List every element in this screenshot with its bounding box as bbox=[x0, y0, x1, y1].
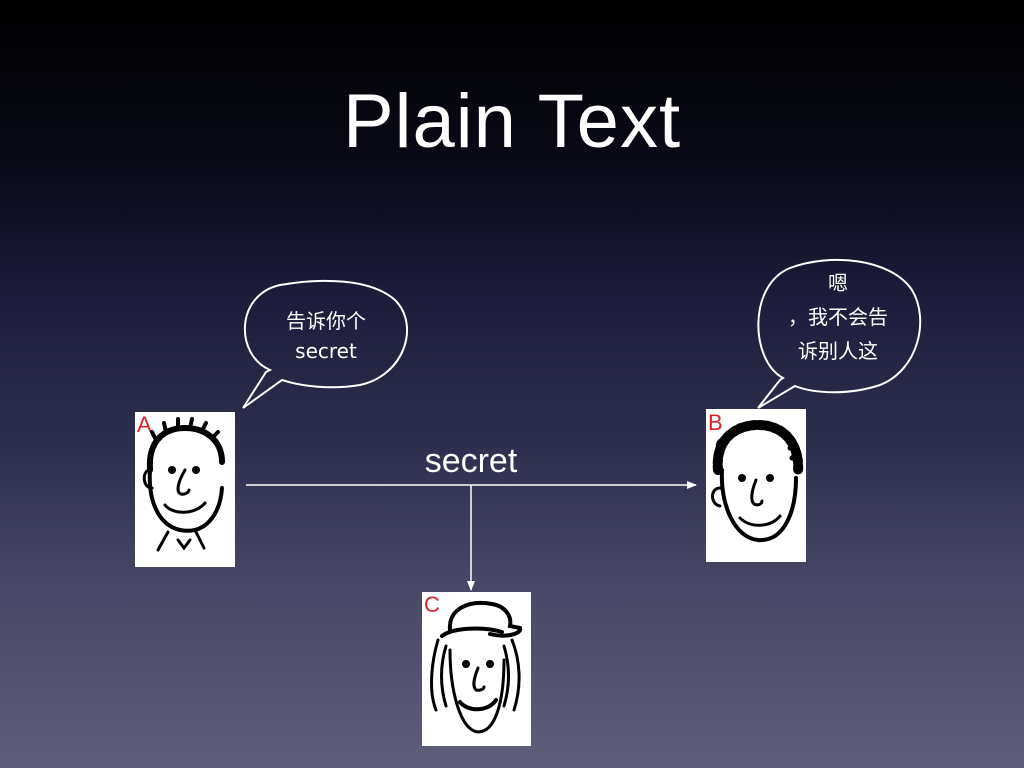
message-flow-diagram: 告诉你个 secret 嗯 ，我不会告 诉别人这 A B C secret bbox=[135, 258, 922, 746]
person-b-tag: B bbox=[708, 410, 723, 435]
message-label: secret bbox=[425, 442, 518, 480]
person-b: B bbox=[706, 409, 806, 562]
bubble-b-line-3: 诉别人这 bbox=[798, 339, 878, 363]
speech-bubble-a: 告诉你个 secret bbox=[242, 279, 409, 409]
speech-bubble-b: 嗯 ，我不会告 诉别人这 bbox=[757, 258, 922, 409]
person-a-tag: A bbox=[137, 412, 152, 437]
bubble-b-line-1: 嗯 bbox=[828, 271, 848, 295]
person-c: C bbox=[422, 592, 531, 746]
bubble-a-line-2: secret bbox=[295, 339, 357, 363]
person-c-tag: C bbox=[424, 592, 440, 617]
bubble-a-line-1: 告诉你个 bbox=[286, 309, 366, 333]
bubble-b-line-2: ，我不会告 bbox=[788, 305, 888, 329]
person-a: A bbox=[135, 412, 235, 567]
